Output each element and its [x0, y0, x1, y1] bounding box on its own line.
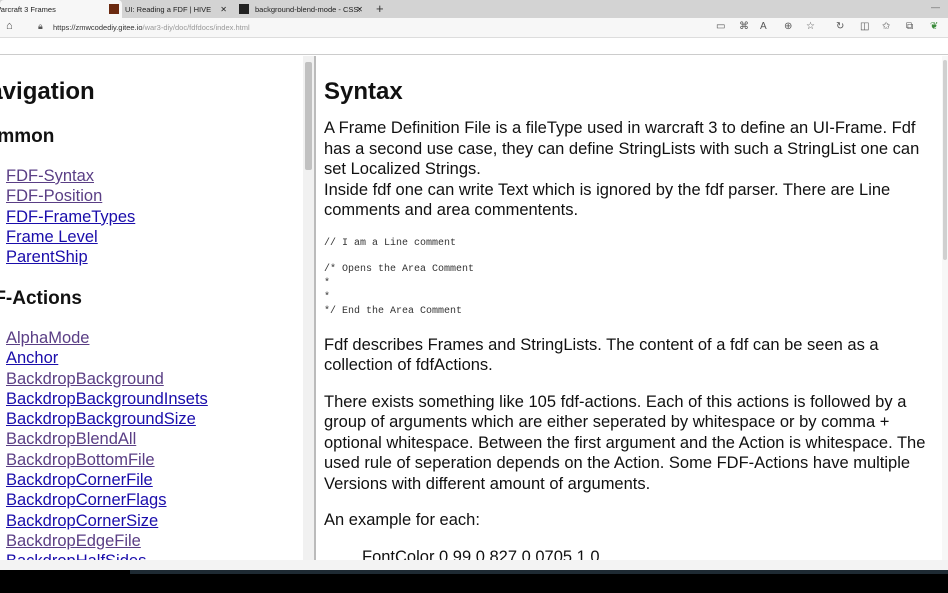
tab-label: UI: Reading a FDF | HIVE	[125, 4, 212, 14]
nav-link-alphamode[interactable]: AlphaMode	[6, 328, 208, 348]
split-screen-icon[interactable]: ◫	[860, 21, 869, 32]
nav-link-backdrophalfsides[interactable]: BackdropHalfSides	[6, 551, 208, 560]
nav-link-fdf-position[interactable]: FDF-Position	[6, 186, 135, 206]
url-host: https://zmwcodediy.gitee.io	[53, 23, 143, 32]
example-code: FontColor 0.99 0.827 0.0705 1.0	[362, 547, 600, 561]
mdn-favicon-icon	[239, 4, 249, 14]
fdf-actions-paragraph: There exists something like 105 fdf-acti…	[324, 392, 926, 493]
nav-link-backdropcornerfile[interactable]: BackdropCornerFile	[6, 470, 208, 490]
common-links: FDF-Syntax FDF-Position FDF-FrameTypes F…	[6, 166, 135, 267]
nav-link-fdf-frametypes[interactable]: FDF-FrameTypes	[6, 207, 135, 227]
content-scrollbar-thumb[interactable]	[943, 60, 947, 260]
nav-link-backdropblendall[interactable]: BackdropBlendAll	[6, 429, 208, 449]
nav-link-backdropcornersize[interactable]: BackdropCornerSize	[6, 511, 208, 531]
home-icon[interactable]: ⌂	[6, 20, 13, 32]
fdf-action-links: AlphaMode Anchor BackdropBackground Back…	[6, 328, 208, 560]
nav-link-backdropbackgroundinsets[interactable]: BackdropBackgroundInsets	[6, 389, 208, 409]
comments-paragraph: Inside fdf one can write Text which is i…	[324, 180, 891, 220]
status-strip	[0, 560, 948, 570]
tab-label: background-blend-mode - CSS:	[255, 4, 361, 14]
hive-favicon-icon	[109, 4, 119, 14]
content: Syntax A Frame Definition File is a file…	[324, 56, 939, 560]
refresh-icon[interactable]: ↻	[836, 21, 844, 32]
close-tab-icon[interactable]: ✕	[356, 5, 363, 14]
zoom-icon[interactable]: ⊕	[784, 21, 792, 32]
nav-section-fdf-actions: FDF-Actions	[0, 288, 82, 309]
nav-link-fdf-syntax[interactable]: FDF-Syntax	[6, 166, 135, 186]
page-title: Syntax	[324, 78, 403, 105]
content-scrollbar[interactable]	[942, 56, 948, 560]
new-tab-button[interactable]: +	[376, 1, 384, 16]
page-top-gap	[0, 38, 948, 55]
taskbar-edge	[130, 570, 948, 574]
lock-icon[interactable]: 🔒︎	[38, 21, 43, 32]
nav-section-common: Common	[0, 126, 55, 147]
nav-scrollbar[interactable]	[303, 56, 314, 560]
line-comment-code: // I am a Line comment	[324, 237, 457, 249]
nav-link-backdropbottomfile[interactable]: BackdropBottomFile	[6, 450, 208, 470]
collections-icon[interactable]: ⧉	[906, 21, 913, 32]
area-comment-code: /* Opens the Area Comment * * */ End the…	[324, 263, 475, 317]
nav-link-backdropcornerflags[interactable]: BackdropCornerFlags	[6, 490, 208, 510]
nav-link-anchor[interactable]: Anchor	[6, 348, 208, 368]
nav-link-backdropbackground[interactable]: BackdropBackground	[6, 369, 208, 389]
intro-paragraph: A Frame Definition File is a fileType us…	[324, 119, 920, 178]
app-available-icon[interactable]: ▭	[716, 21, 725, 32]
read-aloud-icon[interactable]: A	[760, 21, 767, 32]
extensions-icon[interactable]: ❦	[930, 21, 938, 32]
nav-title: Navigation	[0, 78, 95, 105]
close-tab-icon[interactable]: ✕	[220, 5, 227, 14]
tab-bar: Warcraft 3 Frames ✕ UI: Reading a FDF | H…	[0, 0, 948, 18]
minimize-button[interactable]: —	[931, 2, 940, 12]
content-frame: Syntax A Frame Definition File is a file…	[318, 56, 948, 560]
nav-scrollbar-thumb[interactable]	[305, 62, 312, 170]
example-heading: An example for each:	[324, 511, 480, 529]
tab-hive[interactable]: UI: Reading a FDF | HIVE ✕	[103, 0, 233, 18]
url-field[interactable]: https://zmwcodediy.gitee.io/war3-diy/doc…	[53, 23, 250, 32]
fdf-description-paragraph: Fdf describes Frames and StringLists. Th…	[324, 335, 879, 375]
navigation-frame: Navigation Common FDF-Syntax FDF-Positio…	[0, 56, 316, 560]
shortcut-icon[interactable]: ⌘	[739, 21, 749, 32]
favorites-icon[interactable]: ✩	[882, 21, 890, 32]
nav-link-backdropedgefile[interactable]: BackdropEdgeFile	[6, 531, 208, 551]
url-path: /war3-diy/doc/fdfdocs/index.html	[142, 23, 250, 32]
tab-mdn[interactable]: background-blend-mode - CSS: ✕	[233, 0, 369, 18]
favorite-star-icon[interactable]: ☆	[806, 21, 815, 32]
nav-link-parentship[interactable]: ParentShip	[6, 247, 135, 267]
tab-label: Warcraft 3 Frames	[0, 4, 56, 14]
nav-link-frame-level[interactable]: Frame Level	[6, 227, 135, 247]
address-bar-row: ⌂ 🔒︎ https://zmwcodediy.gitee.io/war3-di…	[0, 18, 948, 38]
nav-link-backdropbackgroundsize[interactable]: BackdropBackgroundSize	[6, 409, 208, 429]
